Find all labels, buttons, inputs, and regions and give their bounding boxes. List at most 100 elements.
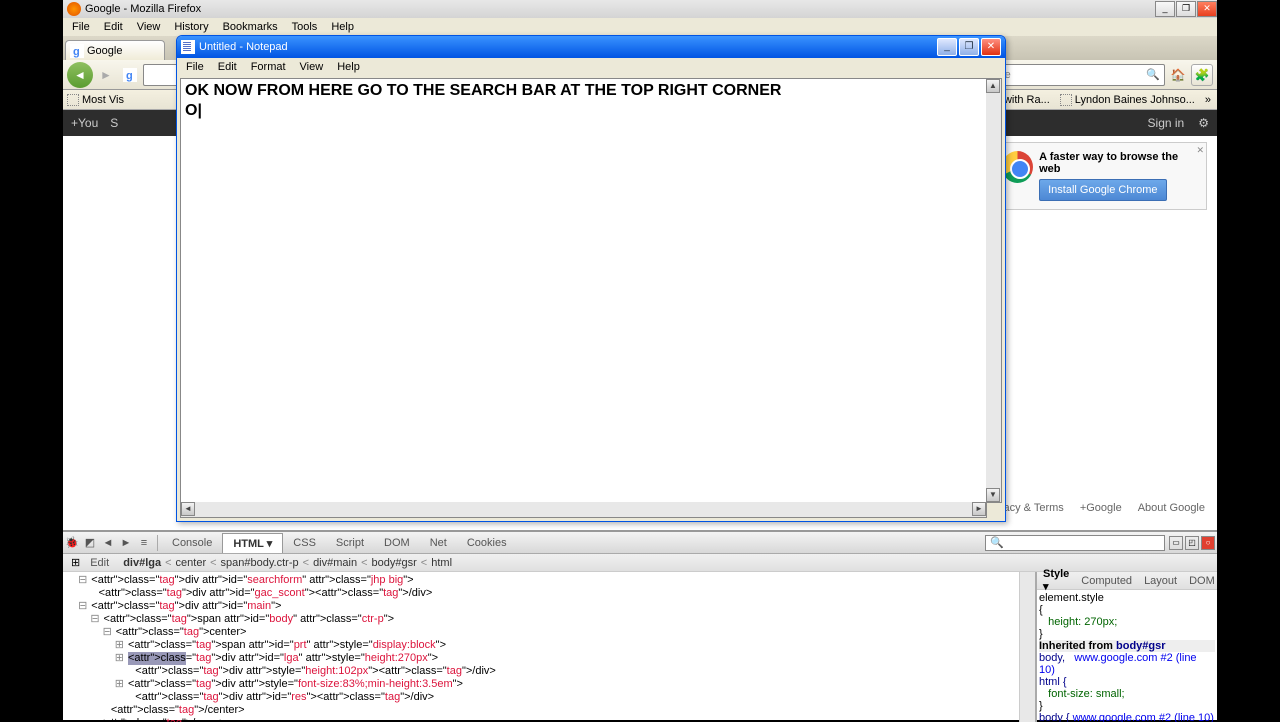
crumb-bodygsr[interactable]: body#gsr [372,557,417,569]
firefox-titlebar: Google - Mozilla Firefox _ ❐ ✕ [63,0,1217,18]
firebug-sidebar: Style ▾ Computed Layout DOM element.styl… [1035,572,1217,722]
bookmarks-overflow[interactable]: » [1205,94,1211,106]
html-node[interactable]: ⊞ <attr">class="tag">div attr">style="fo… [65,678,1033,691]
notepad-minimize[interactable]: _ [937,38,957,56]
html-node[interactable]: ⊟ <attr">class="tag">div attr">id="searc… [65,574,1033,587]
home-button[interactable]: 🏠 [1167,64,1189,86]
fb-tab-html[interactable]: HTML ▾ [222,533,283,553]
ff-menu-help[interactable]: Help [324,19,361,35]
fb-nav-back[interactable]: ◄ [99,535,117,551]
crumb-divmain[interactable]: div#main [313,557,357,569]
notepad-title: Untitled - Notepad [199,41,288,53]
html-node[interactable]: ⊟ <attr">class="tag">div attr">id="main"… [65,600,1033,613]
fb-tab-console[interactable]: Console [162,534,222,552]
html-node[interactable]: <attr">class="tag">div attr">id="res"><a… [65,691,1033,704]
firefox-close[interactable]: ✕ [1197,1,1217,17]
fb-menu-icon[interactable]: ≡ [135,535,153,551]
np-menu-view[interactable]: View [293,59,331,75]
fb-edit-button[interactable]: Edit [90,557,109,569]
fb-close[interactable]: ○ [1201,536,1215,550]
fb-minimize[interactable]: ▭ [1169,536,1183,550]
ff-menu-history[interactable]: History [167,19,215,35]
fb-tab-script[interactable]: Script [326,534,374,552]
ff-menu-view[interactable]: View [130,19,168,35]
google-favicon: g [70,44,84,58]
html-node[interactable]: ⊟ <attr">class="tag">center> [65,626,1033,639]
nav-refresh-button[interactable]: g [119,64,141,86]
footer-plusgoogle[interactable]: +Google [1080,502,1122,514]
search-bar[interactable]: ogle 🔍 [985,64,1165,86]
promo-close-icon[interactable]: ✕ [1196,145,1204,156]
html-scrollbar[interactable] [1019,572,1035,722]
notepad-line2: O [185,101,997,121]
firefox-tab[interactable]: g Google [65,40,165,60]
html-node[interactable]: ⊞ <attr">class="tag">div attr">id="lga" … [65,652,1033,665]
firefox-icon [67,2,81,16]
fb-tab-net[interactable]: Net [420,534,457,552]
addon-button[interactable]: 🧩 [1191,64,1213,86]
ff-menu-bookmarks[interactable]: Bookmarks [216,19,285,35]
google-you-link[interactable]: +You [63,116,98,130]
html-node[interactable]: <attr">class="tag">div attr">id="gac_sco… [65,587,1033,600]
bookmark-lyndon[interactable]: Lyndon Baines Johnso... [1060,94,1195,106]
np-menu-file[interactable]: File [179,59,211,75]
google-signin-link[interactable]: Sign in [1148,116,1185,130]
firebug-html-tree[interactable]: ⊟ <attr">class="tag">div attr">id="searc… [63,572,1035,722]
firebug-css-panel[interactable]: element.style { height: 270px; } Inherit… [1037,590,1217,722]
notepad-maximize[interactable]: ❐ [959,38,979,56]
np-menu-help[interactable]: Help [330,59,367,75]
google-s-link[interactable]: S [110,116,118,130]
gear-icon[interactable]: ⚙ [1198,116,1209,130]
fb-tab-dom[interactable]: DOM [374,534,420,552]
chrome-icon [1002,151,1033,183]
ff-menu-tools[interactable]: Tools [285,19,325,35]
notepad-menubar: File Edit Format View Help [177,58,1005,76]
np-menu-edit[interactable]: Edit [211,59,244,75]
page-icon [1060,94,1072,106]
fb-tab-cookies[interactable]: Cookies [457,534,517,552]
side-tab-computed[interactable]: Computed [1075,573,1138,589]
bookmark-most-visited[interactable]: Most Vis [67,94,124,106]
firefox-minimize[interactable]: _ [1155,1,1175,17]
search-icon[interactable]: 🔍 [1146,68,1160,81]
html-node[interactable]: <attr">class="tag">div attr">style="heig… [65,665,1033,678]
html-node[interactable]: ⊞ <attr">class="tag">span attr">id="prt"… [65,639,1033,652]
fb-tab-css[interactable]: CSS [283,534,326,552]
notepad-close[interactable]: ✕ [981,38,1001,56]
firefox-title: Google - Mozilla Firefox [85,3,201,15]
folder-icon [67,94,79,106]
promo-headline: A faster way to browse the web [1039,151,1198,175]
google-footer: Privacy & Terms +Google About Google [985,502,1205,514]
ff-menu-file[interactable]: File [65,19,97,35]
crumb-center[interactable]: center [176,557,207,569]
html-node[interactable]: ⊟ <attr">class="tag">span attr">id="body… [65,613,1033,626]
footer-about[interactable]: About Google [1138,502,1205,514]
notepad-textarea[interactable]: OK NOW FROM HERE GO TO THE SEARCH BAR AT… [180,78,1002,503]
tab-label: Google [87,45,122,57]
nav-fwd-button[interactable]: ► [95,64,117,86]
side-tab-dom[interactable]: DOM [1183,573,1221,589]
notepad-titlebar[interactable]: Untitled - Notepad _ ❐ ✕ [177,36,1005,58]
firebug-icon[interactable]: 🐞 [63,535,81,551]
np-menu-format[interactable]: Format [244,59,293,75]
svg-text:g: g [126,70,133,82]
notepad-scrollbar-vertical[interactable]: ▲▼ [986,78,1002,503]
side-tab-layout[interactable]: Layout [1138,573,1183,589]
fb-nav-fwd[interactable]: ► [117,535,135,551]
install-chrome-button[interactable]: Install Google Chrome [1039,179,1166,201]
fb-detach[interactable]: ◰ [1185,536,1199,550]
firefox-maximize[interactable]: ❐ [1176,1,1196,17]
firebug-toolbar: 🐞 ◩ ◄ ► ≡ Console HTML ▾ CSS Script DOM … [63,532,1217,554]
notepad-icon [181,40,195,54]
nav-back-button[interactable]: ◄ [67,62,93,88]
crumb-html[interactable]: html [431,557,452,569]
html-node[interactable]: <attr">class="tag">/center> [65,704,1033,717]
firebug-search[interactable]: 🔍 [985,535,1165,551]
crumb-divlga[interactable]: div#lga [123,557,161,569]
crumb-spanbody[interactable]: span#body.ctr-p [221,557,299,569]
notepad-scrollbar-horizontal[interactable]: ◄► [180,502,987,518]
ff-menu-edit[interactable]: Edit [97,19,130,35]
fb-toggle-icon[interactable]: ⊞ [71,556,80,570]
inspect-icon[interactable]: ◩ [81,535,99,551]
svg-text:g: g [73,46,80,58]
